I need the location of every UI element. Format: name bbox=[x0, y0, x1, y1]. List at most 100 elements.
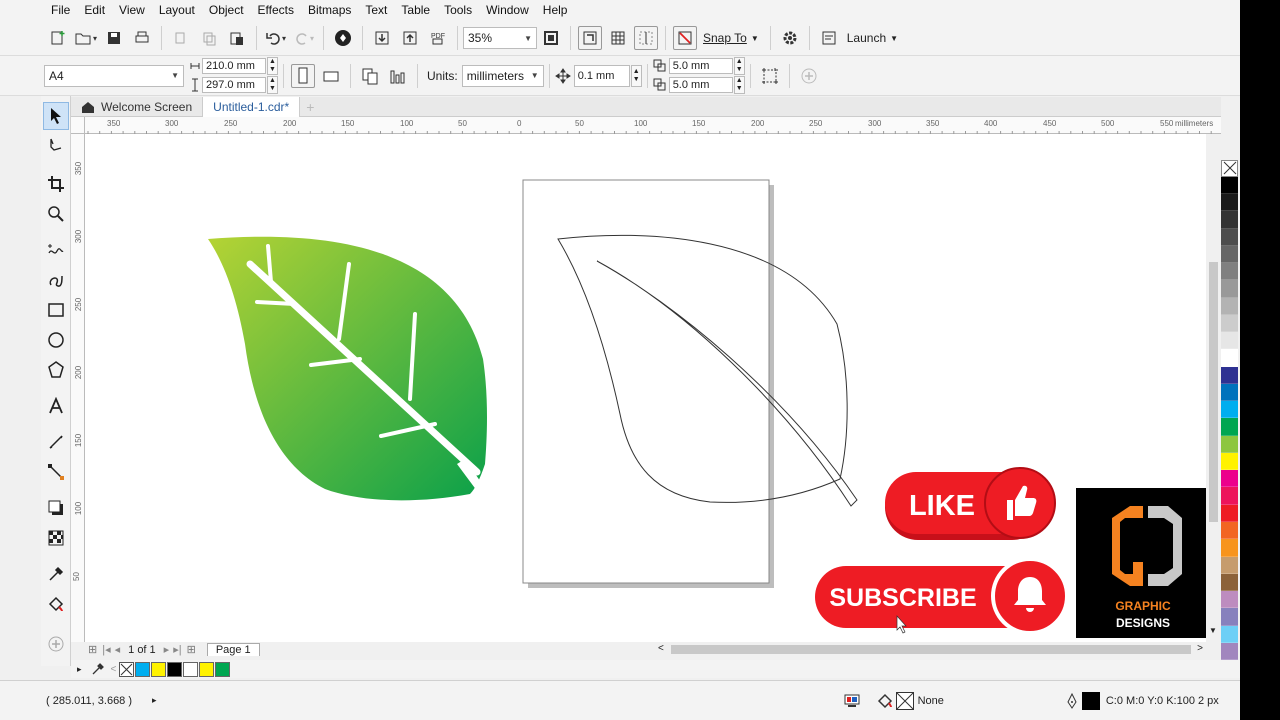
gear-icon[interactable] bbox=[778, 26, 802, 50]
units-dropdown[interactable]: millimeters ▼ bbox=[461, 64, 544, 87]
palette-swatch[interactable] bbox=[1221, 642, 1238, 661]
palette-swatch[interactable] bbox=[1221, 522, 1238, 540]
undo-icon[interactable]: ▾ bbox=[264, 26, 288, 50]
pen-nib-icon[interactable] bbox=[1066, 692, 1078, 709]
outline-swatch[interactable] bbox=[1081, 691, 1100, 710]
all-pages-icon[interactable] bbox=[358, 64, 382, 88]
horizontal-ruler[interactable]: 350 300 250 200 150 100 50 0 50 100 150 200 250 300 35… bbox=[85, 117, 1221, 134]
open-folder-icon[interactable]: ▾ bbox=[74, 26, 98, 50]
menu-tools[interactable]: Tools bbox=[437, 0, 479, 21]
menu-text[interactable]: Text bbox=[358, 0, 394, 21]
palette-swatch[interactable] bbox=[1221, 332, 1238, 350]
snap-to-label[interactable]: Snap To bbox=[703, 31, 747, 45]
prev-page-icon[interactable]: ◂ bbox=[115, 643, 121, 656]
chevron-right-icon[interactable]: ▸ bbox=[152, 695, 157, 706]
chevron-down-icon[interactable]: ▼ bbox=[751, 34, 759, 43]
palette-swatch[interactable] bbox=[1221, 314, 1238, 333]
palette-swatch[interactable] bbox=[1221, 539, 1238, 557]
palette-swatch[interactable] bbox=[1221, 435, 1238, 453]
menu-view[interactable]: View bbox=[112, 0, 152, 21]
palette-swatch[interactable] bbox=[1221, 245, 1238, 264]
document-color-swatch[interactable] bbox=[199, 661, 215, 677]
scroll-right-icon[interactable]: > bbox=[1197, 643, 1203, 654]
print-icon[interactable] bbox=[130, 26, 154, 50]
show-guidelines-icon[interactable] bbox=[634, 26, 658, 50]
shape-tool-icon[interactable] bbox=[43, 132, 69, 160]
zoom-tool-icon[interactable] bbox=[43, 200, 69, 228]
polygon-tool-icon[interactable] bbox=[43, 356, 69, 384]
palette-swatch[interactable] bbox=[1221, 418, 1238, 436]
palette-swatch[interactable] bbox=[1221, 349, 1238, 367]
crop-tool-icon[interactable] bbox=[43, 170, 69, 198]
pick-tool-icon[interactable] bbox=[42, 102, 69, 130]
palette-swatch[interactable] bbox=[1221, 366, 1238, 384]
artistic-media-tool-icon[interactable] bbox=[43, 266, 69, 294]
publish-pdf-icon[interactable]: PDF bbox=[426, 26, 450, 50]
zoom-level-dropdown[interactable]: 35% ▼ bbox=[463, 27, 537, 49]
last-page-icon[interactable]: ▸| bbox=[173, 643, 181, 656]
zoom-to-page-icon[interactable] bbox=[539, 26, 563, 50]
tab-welcome-screen[interactable]: Welcome Screen bbox=[71, 97, 202, 117]
menu-object[interactable]: Object bbox=[202, 0, 251, 21]
add-icon[interactable] bbox=[797, 64, 821, 88]
first-page-icon[interactable]: |◂ bbox=[102, 643, 110, 656]
save-icon[interactable] bbox=[102, 26, 126, 50]
add-icon[interactable] bbox=[43, 630, 69, 658]
palette-swatch[interactable] bbox=[1221, 193, 1238, 212]
nudge-stepper[interactable]: ▲ ▼ bbox=[630, 64, 642, 87]
green-leaf[interactable] bbox=[208, 236, 489, 501]
vertical-ruler[interactable]: 350 300 250 200 150 100 50 bbox=[71, 134, 85, 642]
menu-window[interactable]: Window bbox=[479, 0, 536, 21]
document-color-swatch[interactable] bbox=[135, 661, 151, 677]
no-color-swatch[interactable] bbox=[119, 661, 135, 677]
menu-help[interactable]: Help bbox=[536, 0, 575, 21]
chevron-right-icon[interactable]: ▸ bbox=[77, 664, 82, 675]
show-grid-icon[interactable] bbox=[606, 26, 630, 50]
add-page-icon[interactable]: ⊞ bbox=[88, 643, 97, 656]
duplicate-x-stepper[interactable]: ▲ ▼ bbox=[733, 57, 745, 75]
page-size-dropdown[interactable]: A4 ▼ bbox=[44, 64, 184, 87]
connector-tool-icon[interactable] bbox=[43, 458, 69, 486]
document-color-swatch[interactable] bbox=[215, 661, 231, 677]
document-color-swatch[interactable] bbox=[151, 661, 167, 677]
cut-icon[interactable] bbox=[169, 26, 193, 50]
menu-effects[interactable]: Effects bbox=[251, 0, 301, 21]
page-height-field[interactable]: 297.0 mm bbox=[202, 77, 266, 93]
palette-swatch[interactable] bbox=[1221, 470, 1238, 488]
tab-untitled-1[interactable]: Untitled-1.cdr* bbox=[202, 96, 301, 117]
palette-swatch[interactable] bbox=[1221, 608, 1238, 626]
new-document-icon[interactable] bbox=[46, 26, 70, 50]
palette-swatch[interactable] bbox=[1221, 297, 1238, 315]
duplicate-x-field[interactable]: 5.0 mm bbox=[668, 58, 733, 74]
palette-swatch[interactable] bbox=[1221, 228, 1238, 246]
menu-table[interactable]: Table bbox=[394, 0, 437, 21]
chevron-left-icon[interactable]: < bbox=[111, 664, 117, 675]
text-tool-icon[interactable] bbox=[43, 392, 69, 420]
document-color-swatch[interactable] bbox=[167, 661, 183, 677]
menu-bitmaps[interactable]: Bitmaps bbox=[301, 0, 358, 21]
vertical-scrollbar[interactable]: ▼ bbox=[1206, 134, 1221, 642]
duplicate-y-stepper[interactable]: ▲ ▼ bbox=[733, 76, 745, 94]
palette-swatch[interactable] bbox=[1221, 176, 1238, 194]
paste-icon[interactable] bbox=[225, 26, 249, 50]
ruler-corner[interactable] bbox=[71, 117, 85, 134]
eyedropper-icon[interactable] bbox=[91, 662, 105, 676]
redo-icon[interactable]: ▾ bbox=[292, 26, 316, 50]
freehand-tool-icon[interactable] bbox=[43, 236, 69, 264]
drawing-canvas[interactable]: LIKE SUBSCRIBE GRAPHIC DESIGNS bbox=[85, 134, 1206, 642]
add-page-end-icon[interactable]: ⊞ bbox=[187, 643, 196, 656]
palette-swatch[interactable] bbox=[1221, 401, 1238, 419]
transparency-tool-icon[interactable] bbox=[43, 524, 69, 552]
next-page-icon[interactable]: ▸ bbox=[164, 643, 170, 656]
color-proof-icon[interactable] bbox=[843, 693, 861, 709]
landscape-icon[interactable] bbox=[319, 64, 343, 88]
height-stepper[interactable]: ▲ ▼ bbox=[267, 76, 278, 94]
launch-label[interactable]: Launch bbox=[847, 31, 886, 45]
launch-icon[interactable] bbox=[817, 26, 841, 50]
menu-edit[interactable]: Edit bbox=[77, 0, 112, 21]
parallel-dimension-tool-icon[interactable] bbox=[43, 428, 69, 456]
full-screen-preview-icon[interactable] bbox=[578, 26, 602, 50]
palette-swatch[interactable] bbox=[1221, 504, 1238, 523]
chevron-down-icon[interactable]: ▼ bbox=[890, 34, 898, 43]
nudge-distance-field[interactable]: 0.1 mm bbox=[573, 64, 630, 87]
